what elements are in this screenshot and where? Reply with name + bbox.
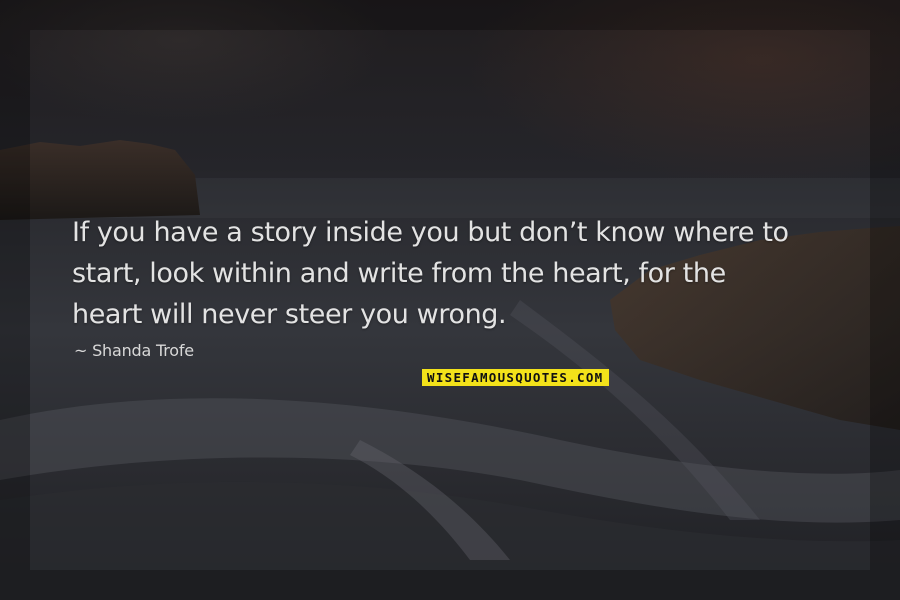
- quote-image: If you have a story inside you but don’t…: [0, 0, 900, 600]
- quote-text: If you have a story inside you but don’t…: [72, 212, 872, 335]
- brand-watermark[interactable]: WISEFAMOUSQUOTES.COM: [422, 369, 609, 386]
- quote-author: ~ Shanda Trofe: [74, 341, 194, 360]
- quote-line: start, look within and write from the he…: [72, 258, 726, 289]
- quote-line: If you have a story inside you but don’t…: [72, 217, 789, 248]
- quote-line: heart will never steer you wrong.: [72, 299, 507, 330]
